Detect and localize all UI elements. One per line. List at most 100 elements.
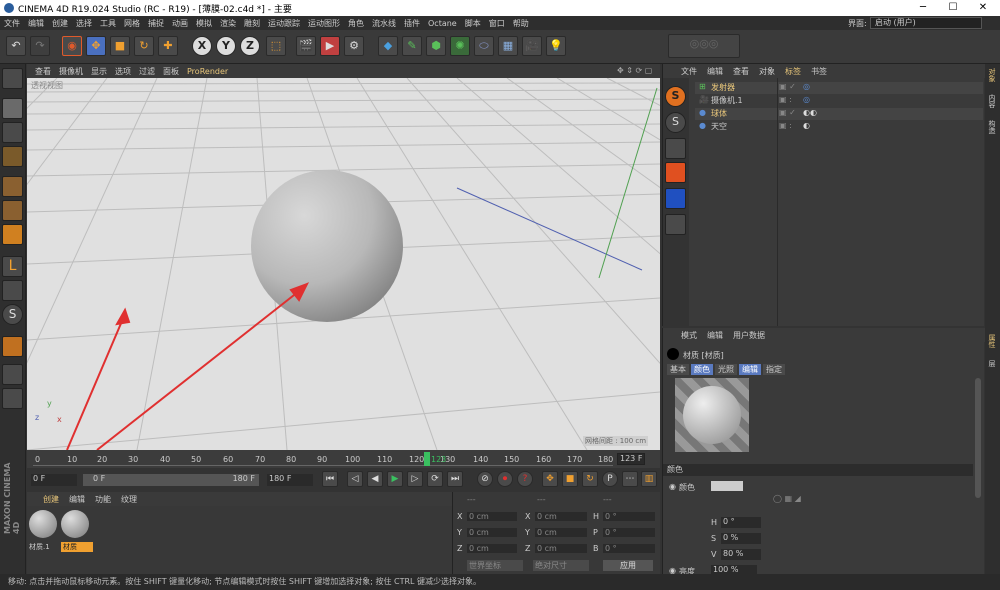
xpresso-icon[interactable] xyxy=(665,188,686,209)
menu-help[interactable]: 帮助 xyxy=(509,18,533,29)
attr-tab-assign[interactable]: 指定 xyxy=(763,364,785,375)
snap-s2-icon[interactable]: S xyxy=(665,112,686,133)
object-flags[interactable]: ▣ : xyxy=(779,95,792,104)
model-mode-icon[interactable] xyxy=(2,98,23,119)
viewport-menu-view[interactable]: 查看 xyxy=(35,66,51,77)
cloner-icon[interactable]: ✺ xyxy=(450,36,470,56)
v-field[interactable]: 80 % xyxy=(721,549,761,560)
rotation-b-field[interactable]: 0 ° xyxy=(603,544,655,553)
attr-tab-color[interactable]: 颜色 xyxy=(691,364,713,375)
menu-script[interactable]: 脚本 xyxy=(461,18,485,29)
menu-simulate[interactable]: 模拟 xyxy=(192,18,216,29)
play-icon[interactable]: ▶ xyxy=(387,471,403,487)
object-menu-bookmarks[interactable]: 书签 xyxy=(811,66,827,77)
color-picker-wheel-icon[interactable]: ◯ ▦ ◢ xyxy=(773,494,801,503)
right-tab-layers[interactable]: 层 xyxy=(987,360,997,367)
render-settings-icon[interactable]: ⚙ xyxy=(344,36,364,56)
menu-select[interactable]: 选择 xyxy=(72,18,96,29)
attr-tab-editor[interactable]: 编辑 xyxy=(739,364,761,375)
viewport-menu-prorender[interactable]: ProRender xyxy=(187,67,228,76)
pen-icon[interactable]: ✎ xyxy=(402,36,422,56)
material-tab-texture[interactable]: 纹理 xyxy=(121,494,137,505)
render-view-icon[interactable]: 🎬 xyxy=(296,36,316,56)
dynamics-icon[interactable] xyxy=(665,162,686,183)
right-tab-content[interactable]: 内容 xyxy=(987,94,997,108)
start-frame-field[interactable]: 0 F xyxy=(31,474,77,486)
object-menu-edit[interactable]: 编辑 xyxy=(707,66,723,77)
object-row-name[interactable]: 球体 xyxy=(711,108,727,119)
close-button[interactable]: ✕ xyxy=(968,0,998,16)
h-field[interactable]: 0 ° xyxy=(721,517,761,528)
attr-tab-basic[interactable]: 基本 xyxy=(667,364,689,375)
y-axis-lock-icon[interactable]: Y xyxy=(216,36,236,56)
tag-icon[interactable]: ◎ xyxy=(803,82,810,91)
viewport[interactable]: z y x 透视视图 网格间距 : 100 cm xyxy=(27,78,660,450)
position-x-field[interactable]: 0 cm xyxy=(467,512,517,521)
playhead[interactable] xyxy=(424,452,430,466)
menu-edit[interactable]: 编辑 xyxy=(24,18,48,29)
object-flags[interactable]: ▣ ✓ xyxy=(779,82,796,91)
go-to-start-icon[interactable]: ⏮ xyxy=(322,471,338,487)
redo-icon[interactable]: ↷ xyxy=(30,36,50,56)
viewport-menu-display[interactable]: 显示 xyxy=(91,66,107,77)
size-mode-select[interactable]: 绝对尺寸 xyxy=(533,560,589,571)
object-menu-tags[interactable]: 标签 xyxy=(785,66,801,77)
size-y-field[interactable]: 0 cm xyxy=(535,528,587,537)
menu-pipeline[interactable]: 流水线 xyxy=(368,18,400,29)
light-icon[interactable]: 💡 xyxy=(546,36,566,56)
object-menu-objects[interactable]: 对象 xyxy=(759,66,775,77)
timeline[interactable]: 0 10 20 30 40 50 60 70 80 90 100 110 120… xyxy=(27,450,660,468)
apply-button[interactable]: 应用 xyxy=(603,560,653,571)
menu-window[interactable]: 窗口 xyxy=(485,18,509,29)
attr-menu-userdata[interactable]: 用户数据 xyxy=(733,330,765,341)
attr-tab-illumination[interactable]: 光照 xyxy=(715,364,737,375)
size-z-field[interactable]: 0 cm xyxy=(535,544,587,553)
polygons-mode-icon[interactable] xyxy=(2,224,23,245)
color-radio-icon[interactable]: ◉ xyxy=(669,482,676,491)
key-scale-icon[interactable]: ■ xyxy=(562,471,578,487)
object-row-name[interactable]: 发射器 xyxy=(711,82,735,93)
current-frame-field[interactable]: 123 F xyxy=(617,453,645,465)
workplane-lock-icon[interactable] xyxy=(2,364,23,385)
menu-plugins[interactable]: 插件 xyxy=(400,18,424,29)
motion-path-icon[interactable]: ⊘ xyxy=(477,471,493,487)
object-row-name[interactable]: 摄像机.1 xyxy=(711,95,743,106)
menu-mograph[interactable]: 运动图形 xyxy=(304,18,344,29)
position-z-field[interactable]: 0 cm xyxy=(467,544,517,553)
recent-tools-icon[interactable]: ✚ xyxy=(158,36,178,56)
material-swatch[interactable]: 材质.1 xyxy=(29,510,59,556)
tag-icon[interactable]: ◎ xyxy=(803,95,810,104)
tweak-mode-icon[interactable] xyxy=(2,280,23,301)
menu-animate[interactable]: 动画 xyxy=(168,18,192,29)
object-menu-file[interactable]: 文件 xyxy=(681,66,697,77)
workplane-icon[interactable] xyxy=(2,146,23,167)
render-picture-viewer-icon[interactable]: ▶ xyxy=(320,36,340,56)
minimize-button[interactable]: ─ xyxy=(908,0,938,16)
x-axis-lock-icon[interactable]: X xyxy=(192,36,212,56)
move-tool-icon[interactable]: ✥ xyxy=(86,36,106,56)
size-x-field[interactable]: 0 cm xyxy=(535,512,587,521)
right-tab-structure[interactable]: 构造 xyxy=(987,120,997,134)
viewport-menu-panel[interactable]: 面板 xyxy=(163,66,179,77)
key-param-icon[interactable]: P xyxy=(602,471,618,487)
knife-icon[interactable] xyxy=(665,138,686,159)
viewport-menu-camera[interactable]: 摄像机 xyxy=(59,66,83,77)
object-menu-view[interactable]: 查看 xyxy=(733,66,749,77)
layout-icon[interactable]: ◎◎◎ xyxy=(668,34,740,58)
previous-frame-icon[interactable]: ◀ xyxy=(367,471,383,487)
make-editable-icon[interactable] xyxy=(2,68,23,89)
snap-s-icon[interactable]: S xyxy=(665,86,686,107)
frame-range-slider[interactable]: 0 F 180 F xyxy=(83,474,259,486)
menu-render[interactable]: 渲染 xyxy=(216,18,240,29)
edges-mode-icon[interactable] xyxy=(2,200,23,221)
next-key-icon[interactable]: ⟳ xyxy=(427,471,443,487)
z-axis-lock-icon[interactable]: Z xyxy=(240,36,260,56)
rotate-tool-icon[interactable]: ↻ xyxy=(134,36,154,56)
viewport-menu-filter[interactable]: 过滤 xyxy=(139,66,155,77)
menu-sculpt[interactable]: 雕刻 xyxy=(240,18,264,29)
live-select-icon[interactable]: ◉ xyxy=(62,36,82,56)
material-tab-create[interactable]: 创建 xyxy=(43,494,59,505)
key-position-icon[interactable]: ✥ xyxy=(542,471,558,487)
object-flags[interactable]: ▣ : xyxy=(779,121,792,130)
menu-motion-tracker[interactable]: 运动跟踪 xyxy=(264,18,304,29)
